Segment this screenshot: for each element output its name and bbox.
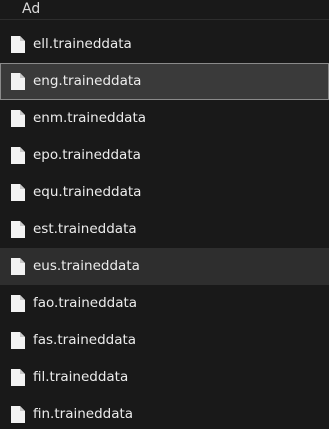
- file-row[interactable]: equ.traineddata: [0, 174, 329, 211]
- file-icon: [10, 405, 26, 424]
- file-row[interactable]: ell.traineddata: [0, 26, 329, 63]
- file-name: eus.traineddata: [33, 258, 140, 274]
- file-icon: [10, 109, 26, 128]
- file-name: fas.traineddata: [33, 332, 137, 348]
- file-icon: [10, 368, 26, 387]
- file-row[interactable]: fas.traineddata: [0, 322, 329, 359]
- file-row[interactable]: epo.traineddata: [0, 137, 329, 174]
- column-header-name: Ad: [22, 1, 41, 17]
- file-row[interactable]: enm.traineddata: [0, 100, 329, 137]
- file-row[interactable]: est.traineddata: [0, 211, 329, 248]
- file-icon: [10, 146, 26, 165]
- file-name: ell.traineddata: [33, 36, 132, 52]
- file-row[interactable]: eng.traineddata: [0, 63, 329, 100]
- file-row[interactable]: fil.traineddata: [0, 359, 329, 396]
- file-name: fao.traineddata: [33, 295, 138, 311]
- file-row[interactable]: fin.traineddata: [0, 396, 329, 429]
- file-row[interactable]: eus.traineddata: [0, 248, 329, 285]
- column-header[interactable]: Ad: [0, 0, 329, 20]
- file-icon: [10, 257, 26, 276]
- file-row[interactable]: fao.traineddata: [0, 285, 329, 322]
- file-icon: [10, 331, 26, 350]
- file-icon: [10, 72, 26, 91]
- file-icon: [10, 220, 26, 239]
- file-icon: [10, 35, 26, 54]
- file-name: enm.traineddata: [33, 110, 147, 126]
- file-explorer-panel: Ad ell.traineddata eng.traineddata enm.t…: [0, 0, 329, 429]
- file-name: fil.traineddata: [33, 369, 129, 385]
- file-icon: [10, 294, 26, 313]
- file-name: fin.traineddata: [33, 406, 134, 422]
- file-icon: [10, 183, 26, 202]
- file-name: eng.traineddata: [33, 73, 142, 89]
- file-name: epo.traineddata: [33, 147, 141, 163]
- file-name: est.traineddata: [33, 221, 137, 237]
- file-list: ell.traineddata eng.traineddata enm.trai…: [0, 26, 329, 429]
- file-name: equ.traineddata: [33, 184, 142, 200]
